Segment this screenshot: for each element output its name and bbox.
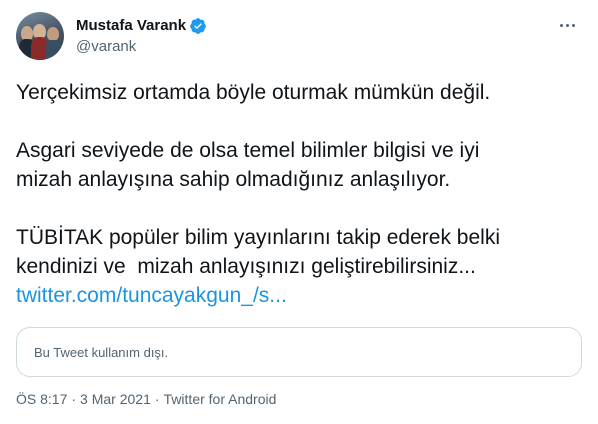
tweet-paragraph-line: mizah anlayışına sahip olmadığınız anlaş…	[16, 168, 451, 191]
quoted-tweet-unavailable: Bu Tweet kullanım dışı.	[16, 327, 582, 377]
avatar[interactable]	[16, 12, 64, 60]
author-handle[interactable]: @varank	[76, 37, 207, 57]
tweet-source[interactable]: Twitter for Android	[164, 391, 277, 407]
tweet-paragraph-line: kendinizi ve mizah anlayışınızı geliştir…	[16, 255, 476, 278]
tweet-paragraph-line: TÜBİTAK popüler bilim yayınlarını takip …	[16, 226, 500, 249]
more-dot	[565, 23, 569, 27]
more-horizontal-icon[interactable]	[552, 14, 582, 36]
tweet-header: Mustafa Varank @varank	[16, 12, 582, 60]
meta-separator: ·	[71, 391, 77, 407]
verified-badge-icon	[190, 18, 206, 34]
unavailable-notice: Bu Tweet kullanım dışı.	[34, 344, 169, 360]
tweet-time[interactable]: ÖS 8:17	[16, 391, 67, 407]
more-dot	[559, 23, 563, 27]
author-names: Mustafa Varank @varank	[76, 16, 207, 57]
tweet-date[interactable]: 3 Mar 2021	[80, 391, 151, 407]
avatar-figure	[45, 40, 62, 60]
avatar-figure	[47, 27, 59, 41]
display-name[interactable]: Mustafa Varank	[76, 16, 186, 36]
tweet-meta: ÖS 8:17 · 3 Mar 2021 · Twitter for Android	[16, 390, 276, 408]
tweet-paragraph: Yerçekimsiz ortamda böyle oturmak mümkün…	[16, 81, 491, 104]
tweet-card: Mustafa Varank @varank Yerçekimsiz ortam…	[0, 0, 598, 424]
meta-separator: ·	[154, 391, 160, 407]
tweet-link-line: twitter.com/tuncayakgun_/s...	[16, 281, 582, 310]
more-dot	[571, 23, 575, 27]
tweet-text: Yerçekimsiz ortamda böyle oturmak mümkün…	[16, 78, 582, 310]
tweet-paragraph-line: Asgari seviyede de olsa temel bilimler b…	[16, 139, 480, 162]
display-name-row[interactable]: Mustafa Varank	[76, 16, 207, 36]
tweet-link[interactable]: twitter.com/tuncayakgun_/s...	[16, 284, 287, 307]
